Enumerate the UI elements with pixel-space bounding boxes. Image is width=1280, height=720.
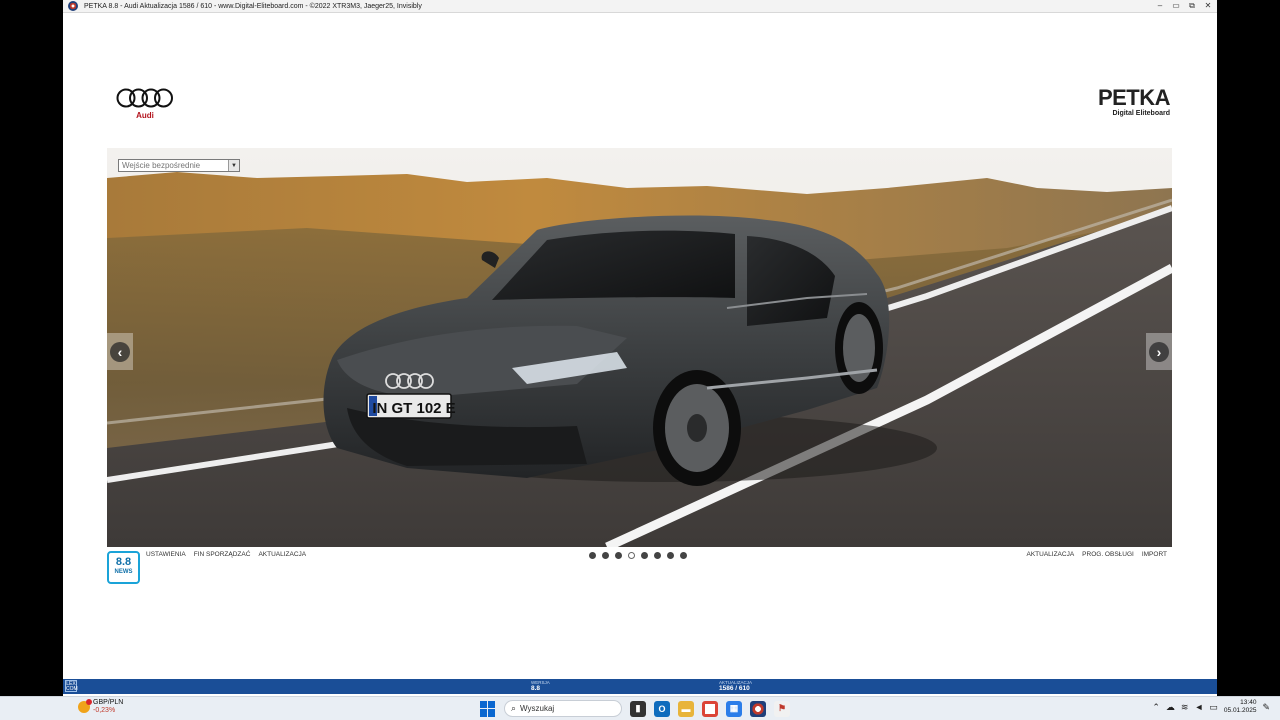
- currency-widget[interactable]: GBP/PLN -0,23%: [78, 699, 123, 715]
- app-icon-extra[interactable]: ⚑: [774, 700, 790, 717]
- clock-date: 05.01.2025: [1223, 707, 1257, 714]
- taskview-icon[interactable]: ▮: [630, 700, 646, 717]
- window-titlebar[interactable]: PETKA 8.8 - Audi Aktualizacja 1586 / 610…: [63, 0, 1217, 13]
- currency-widget-icon: [78, 699, 92, 713]
- cloud-icon[interactable]: ☁: [1166, 702, 1175, 713]
- news-version: 8.8: [115, 556, 132, 568]
- chrome-icon[interactable]: [702, 700, 718, 717]
- direct-entry-input[interactable]: [119, 160, 228, 171]
- carousel-prev-button[interactable]: ‹: [107, 333, 133, 370]
- hero-image: IN GT 102 E: [107, 148, 1172, 547]
- petka-window: PETKA 8.8 - Audi Aktualizacja 1586 / 610…: [63, 0, 1217, 696]
- carousel-dot[interactable]: [589, 552, 596, 559]
- status-version: WERSJA 8.8: [531, 680, 550, 693]
- app-icon: [68, 1, 78, 11]
- petka-name: PETKA: [1097, 85, 1171, 110]
- version-value: 8.8: [531, 685, 541, 692]
- status-bar: LEX COM WERSJA 8.8 AKTUALIZACJA 1586 / 6…: [63, 679, 1217, 694]
- taskbar: GBP/PLN -0,23% ⌕ Wyszukaj ▮ O ▬ ▦ ⚑ ⌃ ☁ …: [0, 696, 1280, 720]
- chevron-right-icon: ›: [1149, 341, 1169, 362]
- volume-icon[interactable]: ◄: [1194, 702, 1203, 712]
- audi-logo[interactable]: Audi: [116, 87, 174, 120]
- status-update: AKTUALIZACJA 1586 / 610: [719, 680, 752, 693]
- taskbar-search[interactable]: ⌕ Wyszukaj: [504, 700, 622, 717]
- lexcom-logo: LEX COM: [65, 680, 78, 692]
- clock-time: 13:40: [1240, 699, 1257, 706]
- dropdown-arrow-icon[interactable]: ▼: [228, 160, 239, 171]
- minimize-button[interactable]: –: [1153, 1, 1167, 11]
- search-icon: ⌕: [511, 703, 517, 713]
- taskbar-center: ⌕ Wyszukaj ▮ O ▬ ▦ ⚑: [480, 700, 790, 717]
- carousel-dot[interactable]: [667, 552, 674, 559]
- direct-entry-combobox[interactable]: ▼: [118, 159, 240, 172]
- battery-icon[interactable]: ▭: [1209, 702, 1218, 713]
- link-programs[interactable]: Prog. obsługi: [1082, 551, 1134, 558]
- search-placeholder: Wyszukaj: [520, 704, 555, 713]
- restore-button[interactable]: ⧉: [1185, 1, 1199, 11]
- brand-name: Audi: [136, 111, 154, 120]
- petka-app-icon[interactable]: [750, 700, 766, 717]
- notification-icon[interactable]: ✎: [1262, 702, 1270, 713]
- carousel-dots: [589, 552, 687, 559]
- carousel-dot[interactable]: [680, 552, 687, 559]
- right-links: Aktualizacja Prog. obsługi Import: [1026, 551, 1167, 558]
- license-plate: IN GT 102 E: [372, 400, 455, 417]
- audi-rings-icon: [116, 88, 173, 108]
- link-fin[interactable]: FIN Sporządzać: [194, 551, 251, 558]
- carousel-dot[interactable]: [628, 552, 635, 559]
- carousel-dot[interactable]: [654, 552, 661, 559]
- start-button[interactable]: [480, 700, 496, 717]
- petka-logo: PETKA Digital Eliteboard: [1090, 85, 1171, 118]
- news-badge[interactable]: 8.8 NEWS: [107, 551, 140, 584]
- maximize-button[interactable]: ▭: [1169, 1, 1183, 11]
- close-button[interactable]: ✕: [1201, 1, 1215, 11]
- left-links: Ustawienia FIN Sporządzać Aktualizacja: [146, 551, 306, 558]
- carousel-dot[interactable]: [615, 552, 622, 559]
- link-import[interactable]: Import: [1142, 551, 1167, 558]
- widget-title: GBP/PLN: [93, 699, 124, 706]
- carousel-next-button[interactable]: ›: [1146, 333, 1172, 370]
- system-tray: ⌃ ☁ ≋ ◄ ▭ 13:40 05.01.2025 ✎: [1152, 699, 1270, 715]
- outlook-icon[interactable]: O: [654, 700, 670, 717]
- window-controls: – ▭ ⧉ ✕: [1153, 1, 1215, 11]
- file-explorer-icon[interactable]: ▬: [678, 700, 694, 717]
- carousel-dot[interactable]: [641, 552, 648, 559]
- link-update-left[interactable]: Aktualizacja: [258, 551, 306, 558]
- clock[interactable]: 13:40 05.01.2025: [1224, 699, 1257, 715]
- window-title: PETKA 8.8 - Audi Aktualizacja 1586 / 610…: [84, 2, 422, 10]
- petka-subtitle: Digital Eliteboard: [1112, 110, 1170, 117]
- chevron-left-icon: ‹: [110, 341, 130, 362]
- main-content: Audi PETKA Digital Eliteboard IN GT 102 …: [63, 14, 1217, 679]
- carousel-dot[interactable]: [602, 552, 609, 559]
- hero-banner: IN GT 102 E ▼: [107, 148, 1172, 547]
- link-update-right[interactable]: Aktualizacja: [1026, 551, 1074, 558]
- link-settings[interactable]: Ustawienia: [146, 551, 186, 558]
- calculator-icon[interactable]: ▦: [726, 700, 742, 717]
- desktop: PETKA 8.8 - Audi Aktualizacja 1586 / 610…: [0, 0, 1280, 720]
- update-value: 1586 / 610: [719, 685, 750, 692]
- news-label: NEWS: [114, 569, 133, 575]
- widget-change: -0,23%: [93, 707, 116, 714]
- wifi-icon[interactable]: ≋: [1181, 702, 1189, 713]
- chevron-up-icon[interactable]: ⌃: [1152, 702, 1160, 713]
